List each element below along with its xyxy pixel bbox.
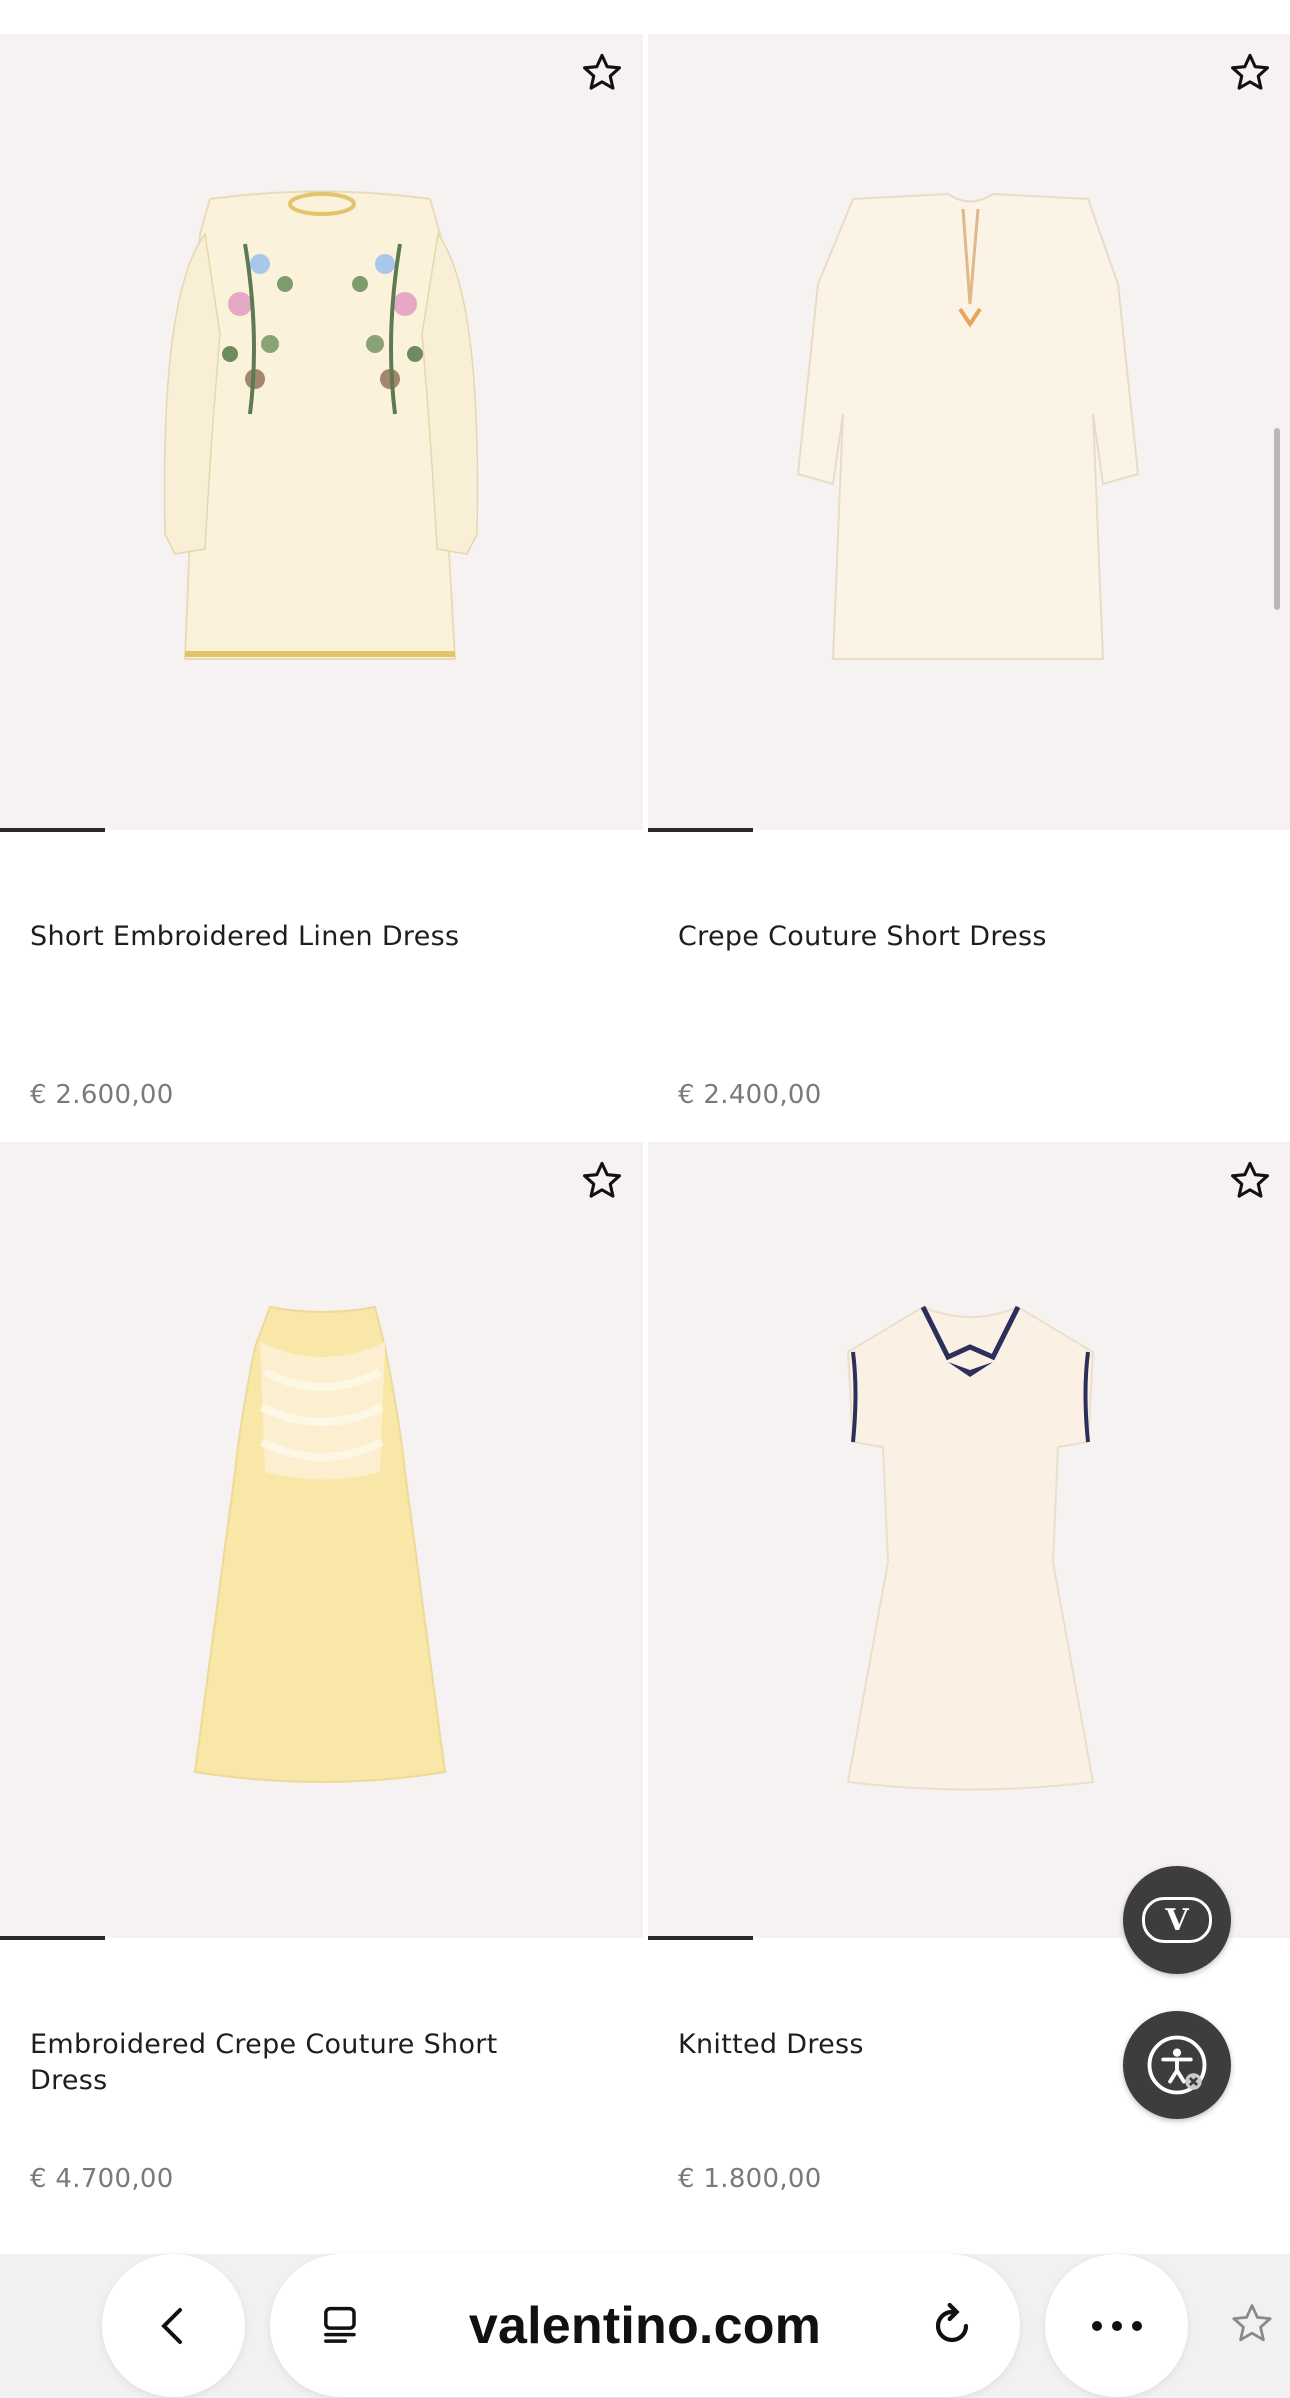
grid-gutter	[643, 0, 648, 2252]
favorite-star-icon[interactable]	[1228, 2300, 1276, 2348]
product-price: € 1.800,00	[678, 2164, 822, 2194]
accessibility-button[interactable]	[1123, 2011, 1231, 2119]
product-image[interactable]	[648, 1142, 1290, 1938]
product-image[interactable]	[0, 1142, 643, 1938]
product-grid: Short Embroidered Linen Dress € 2.600,00…	[0, 0, 1290, 2398]
chevron-left-icon	[160, 2307, 182, 2344]
url-text[interactable]: valentino.com	[469, 2296, 821, 2356]
address-bar[interactable]: valentino.com	[270, 2254, 1020, 2397]
browser-toolbar: valentino.com	[0, 2254, 1290, 2398]
favorite-star-icon[interactable]	[1227, 1158, 1273, 1204]
product-image[interactable]	[0, 34, 643, 830]
reload-icon[interactable]	[924, 2298, 980, 2354]
favorite-star-icon[interactable]	[579, 50, 625, 96]
image-carousel-indicator	[648, 1936, 753, 1940]
more-button[interactable]	[1045, 2254, 1188, 2397]
favorite-star-icon[interactable]	[1227, 50, 1273, 96]
back-button[interactable]	[102, 2254, 245, 2397]
accessibility-icon	[1147, 2035, 1207, 2095]
product-card[interactable]: Short Embroidered Linen Dress € 2.600,00	[0, 34, 643, 1142]
image-carousel-indicator	[0, 1936, 105, 1940]
brand-logo-button[interactable]: V	[1123, 1866, 1231, 1974]
product-card[interactable]: Crepe Couture Short Dress € 2.400,00	[648, 34, 1290, 1142]
product-price: € 2.400,00	[678, 1080, 822, 1110]
product-price: € 2.600,00	[30, 1080, 174, 1110]
product-title[interactable]: Embroidered Crepe Couture Short Dress	[30, 2027, 530, 2099]
tabs-icon[interactable]	[315, 2300, 367, 2352]
scrollbar[interactable]	[1274, 428, 1280, 610]
product-title[interactable]: Knitted Dress	[678, 2027, 1178, 2063]
valentino-logo-icon: V	[1142, 1897, 1212, 1943]
product-title[interactable]: Short Embroidered Linen Dress	[30, 919, 530, 955]
image-carousel-indicator	[648, 828, 753, 832]
image-carousel-indicator	[0, 828, 105, 832]
product-title[interactable]: Crepe Couture Short Dress	[678, 919, 1178, 955]
favorite-star-icon[interactable]	[579, 1158, 625, 1204]
product-price: € 4.700,00	[30, 2164, 174, 2194]
more-dots-icon	[1091, 2320, 1142, 2331]
product-image[interactable]	[648, 34, 1290, 830]
product-card[interactable]: Embroidered Crepe Couture Short Dress € …	[0, 1142, 643, 2254]
